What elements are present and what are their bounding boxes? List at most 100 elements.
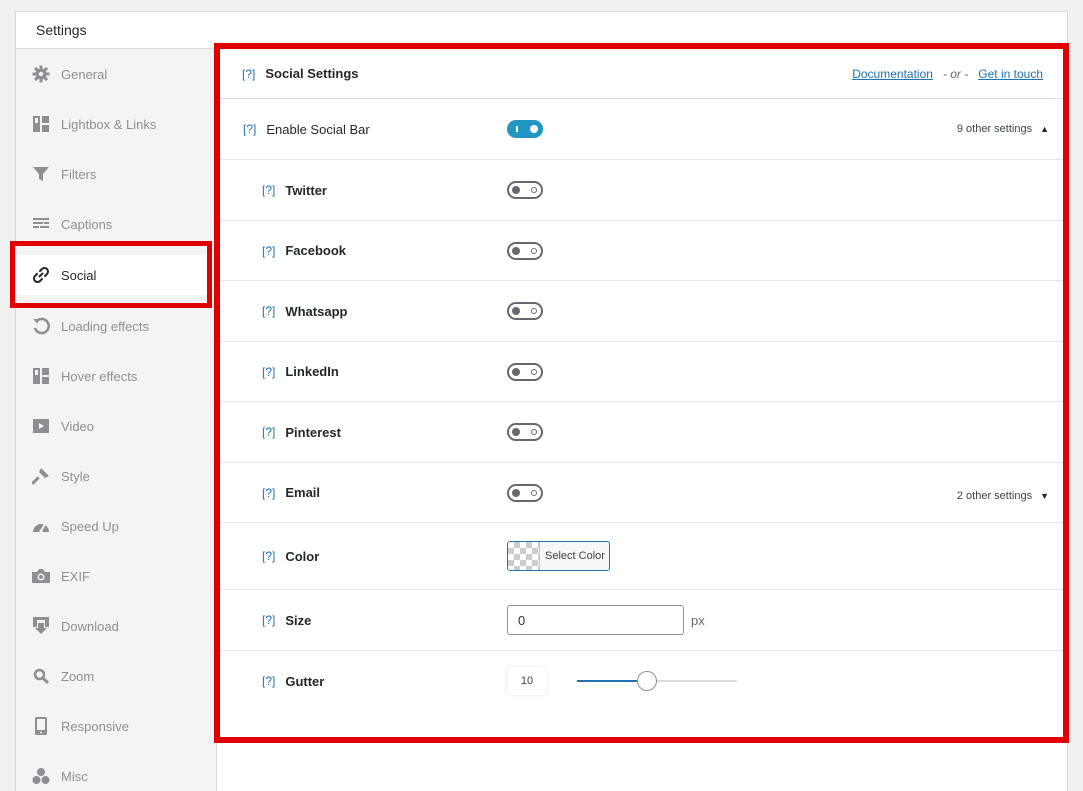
sidebar-item-responsive[interactable]: Responsive: [16, 706, 216, 746]
help-link[interactable]: [?]: [262, 183, 275, 197]
setting-row-color: [?] Color Select Color: [220, 523, 1063, 590]
refresh-icon: [32, 317, 50, 335]
select-color-label: Select Color: [545, 550, 605, 562]
select-color-button[interactable]: Select Color: [507, 541, 610, 571]
setting-label: Whatsapp: [285, 303, 348, 319]
help-link[interactable]: [?]: [262, 613, 275, 627]
help-link[interactable]: [?]: [262, 304, 275, 318]
help-link[interactable]: [?]: [262, 365, 275, 379]
setting-label: Color: [285, 548, 320, 564]
gear-icon: [32, 65, 50, 83]
setting-label: Twitter: [285, 182, 327, 198]
download-icon: [32, 617, 50, 635]
sidebar-item-label: EXIF: [61, 568, 90, 584]
color-swatch: [508, 542, 540, 570]
setting-row-gutter: [?] Gutter 10: [220, 651, 1063, 711]
panel-title: Settings: [16, 12, 1067, 49]
sidebar-item-label: Responsive: [61, 718, 129, 734]
setting-label: LinkedIn: [285, 364, 339, 379]
help-link[interactable]: [?]: [262, 674, 275, 688]
layout-icon: [32, 115, 50, 133]
setting-label: Pinterest: [285, 424, 341, 440]
sidebar-item-label: Video: [61, 418, 95, 434]
other-settings-label: 2 other settings: [956, 489, 1033, 502]
whatsapp-toggle[interactable]: [507, 302, 543, 320]
groups-icon: [32, 767, 50, 785]
search-icon: [32, 667, 50, 685]
gutter-slider[interactable]: [577, 671, 737, 691]
brush-icon: [32, 467, 50, 485]
sidebar-item-label: Filters: [61, 166, 97, 182]
sidebar-item-filters[interactable]: Filters: [16, 154, 216, 194]
sidebar-item-loading-effects[interactable]: Loading effects: [16, 306, 216, 346]
link-icon: [32, 266, 50, 284]
sidebar-item-zoom[interactable]: Zoom: [16, 656, 216, 696]
help-link[interactable]: [?]: [242, 67, 255, 81]
help-link[interactable]: [?]: [262, 486, 275, 500]
sidebar-item-social[interactable]: Social: [16, 255, 216, 295]
sidebar-item-exif[interactable]: EXIF: [16, 556, 216, 596]
section-title: Social Settings: [265, 66, 359, 81]
sidebar-item-general[interactable]: General: [16, 54, 216, 94]
sidebar-item-style[interactable]: Style: [16, 456, 216, 496]
enable-social-bar-toggle[interactable]: [507, 120, 543, 138]
sidebar-item-download[interactable]: Download: [16, 606, 216, 646]
size-input[interactable]: [507, 605, 684, 635]
filter-icon: [32, 165, 50, 183]
sidebar-item-label: Misc: [61, 768, 88, 784]
twitter-toggle[interactable]: [507, 181, 543, 199]
social-settings-section: [?] Social Settings Documentation - or -…: [220, 49, 1063, 711]
sidebar-item-label: Speed Up: [61, 518, 119, 534]
setting-row-pinterest: [?] Pinterest: [220, 402, 1063, 463]
other-settings-label: 9 other settings: [956, 123, 1033, 135]
gutter-value[interactable]: 10: [507, 667, 547, 695]
sidebar-item-label: Style: [61, 468, 90, 484]
sidebar-item-captions[interactable]: Captions: [16, 204, 216, 244]
sidebar-item-label: Download: [61, 618, 119, 634]
setting-label: Email: [285, 485, 321, 500]
setting-row-whatsapp: [?] Whatsapp: [220, 281, 1063, 342]
sidebar-item-misc[interactable]: Misc: [16, 756, 216, 791]
facebook-toggle[interactable]: [507, 241, 543, 260]
setting-row-enable-social-bar: [?] Enable Social Bar 9 other settings ▲: [220, 99, 1063, 160]
setting-label: Size: [285, 612, 312, 628]
help-link[interactable]: [?]: [262, 425, 275, 439]
video-icon: [32, 417, 50, 435]
sidebar-item-label: Hover effects: [61, 368, 138, 384]
caret-up-icon: ▲: [1040, 124, 1049, 134]
pinterest-toggle[interactable]: [507, 423, 543, 441]
sidebar-item-speed-up[interactable]: Speed Up: [16, 506, 216, 546]
dashboard-icon: [32, 517, 50, 535]
get-in-touch-link[interactable]: Get in touch: [978, 67, 1043, 81]
setting-label: Gutter: [285, 673, 325, 689]
sidebar-item-label: Captions: [61, 216, 113, 232]
section-header: [?] Social Settings Documentation - or -…: [220, 49, 1063, 99]
or-separator: - or -: [942, 66, 969, 81]
sidebar-item-label: Social: [61, 267, 97, 283]
setting-row-facebook: [?] Facebook: [220, 221, 1063, 281]
size-unit: px: [691, 612, 705, 628]
header-links: Documentation - or - Get in touch: [852, 67, 1043, 81]
email-toggle[interactable]: [507, 483, 543, 502]
linkedin-toggle[interactable]: [507, 362, 543, 381]
sidebar-item-video[interactable]: Video: [16, 406, 216, 446]
settings-sidebar: General Lightbox & Links Filters Caption…: [16, 49, 217, 791]
slider-thumb[interactable]: [637, 671, 658, 691]
other-settings-toggle[interactable]: 9 other settings ▲: [957, 99, 1049, 159]
documentation-link[interactable]: Documentation: [852, 67, 933, 81]
phone-icon: [32, 717, 50, 735]
help-link[interactable]: [?]: [243, 122, 256, 136]
captions-icon: [32, 215, 50, 233]
other-settings-toggle[interactable]: 2 other settings ▼: [957, 463, 1049, 522]
help-link[interactable]: [?]: [262, 244, 275, 258]
help-link[interactable]: [?]: [262, 549, 275, 563]
sidebar-item-label: Lightbox & Links: [61, 116, 157, 132]
setting-row-email: [?] Email 2 other settings ▼: [220, 463, 1063, 523]
sidebar-item-lightbox-links[interactable]: Lightbox & Links: [16, 104, 216, 144]
setting-row-twitter: [?] Twitter: [220, 160, 1063, 221]
sidebar-item-label: General: [61, 66, 108, 82]
setting-label: Enable Social Bar: [266, 121, 370, 137]
setting-label: Facebook: [285, 243, 347, 258]
sidebar-item-hover-effects[interactable]: Hover effects: [16, 356, 216, 396]
sidebar-item-label: Loading effects: [61, 318, 149, 334]
